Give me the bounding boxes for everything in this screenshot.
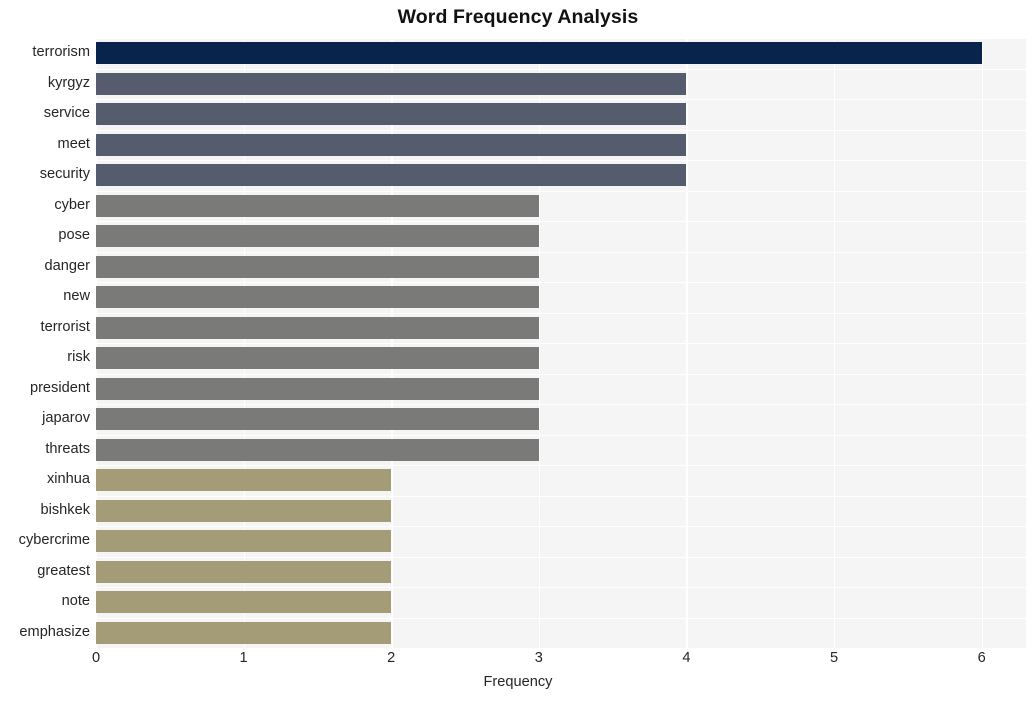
y-axis-tick-label: note bbox=[61, 593, 90, 610]
x-axis-tick-label: 2 bbox=[387, 650, 396, 666]
y-axis-tick-label: kyrgyz bbox=[47, 74, 90, 91]
y-axis-tick-label: japarov bbox=[42, 410, 90, 427]
y-axis-tick-labels: terrorism kyrgyz service meet security cyber p… bbox=[0, 38, 1036, 648]
y-axis-tick-label: bishkek bbox=[40, 501, 90, 518]
y-axis-tick-label: meet bbox=[57, 135, 90, 152]
y-axis-tick-label: president bbox=[29, 379, 90, 396]
y-axis-tick-label: danger bbox=[44, 257, 90, 274]
chart-figure: Word Frequency Analysis terrorism kyrgyz s… bbox=[0, 0, 1036, 701]
y-axis-tick-label: emphasize bbox=[19, 623, 90, 640]
y-axis-tick-label: terrorism bbox=[32, 44, 90, 61]
y-axis-tick-label: xinhua bbox=[46, 471, 90, 488]
y-axis-tick-label: cybercrime bbox=[18, 532, 90, 549]
y-axis-tick-label: threats bbox=[45, 440, 90, 457]
y-axis-tick-label: greatest bbox=[37, 562, 90, 579]
x-axis-tick-label: 1 bbox=[239, 650, 248, 666]
x-axis-tick-label: 4 bbox=[682, 650, 691, 666]
chart-title: Word Frequency Analysis bbox=[397, 6, 639, 28]
x-axis-tick-label: 3 bbox=[534, 650, 543, 666]
y-axis-tick-label: cyber bbox=[54, 196, 90, 213]
y-axis-tick-label: risk bbox=[67, 349, 90, 366]
x-axis-tick-label: 5 bbox=[830, 650, 839, 666]
x-axis-tick-label: 0 bbox=[91, 650, 101, 666]
x-axis-tick-label: 6 bbox=[977, 650, 986, 666]
y-axis-tick-label: terrorist bbox=[40, 318, 90, 335]
x-axis-label: Frequency bbox=[483, 674, 553, 690]
y-axis-tick-label: pose bbox=[58, 227, 90, 244]
y-axis-tick-label: new bbox=[63, 288, 90, 305]
y-axis-tick-label: security bbox=[39, 166, 90, 183]
y-axis-tick-label: service bbox=[43, 105, 90, 122]
